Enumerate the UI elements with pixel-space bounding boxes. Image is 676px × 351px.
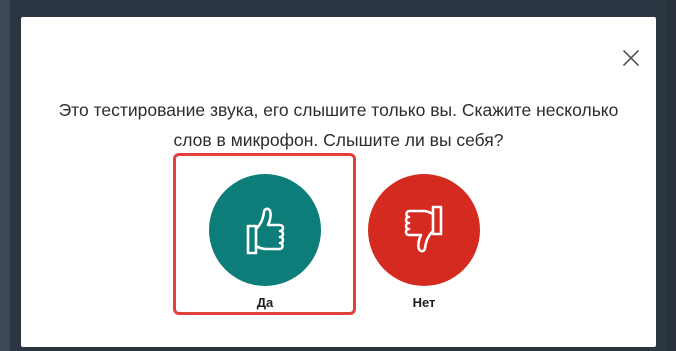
yes-button[interactable]: Да	[209, 174, 321, 311]
close-icon	[623, 50, 639, 66]
sound-test-dialog: Это тестирование звука, его слышите толь…	[21, 17, 656, 347]
yes-label: Да	[256, 295, 274, 310]
no-circle	[368, 174, 480, 286]
backdrop-left	[0, 0, 10, 351]
backdrop-right	[666, 0, 676, 351]
no-label: Нет	[412, 295, 436, 310]
thumbs-down-icon	[404, 205, 443, 253]
thumbs-up-icon	[246, 207, 285, 255]
yes-circle	[209, 174, 321, 286]
close-button[interactable]	[620, 47, 642, 69]
no-button[interactable]: Нет	[368, 174, 480, 311]
sound-test-prompt: Это тестирование звука, его слышите толь…	[58, 100, 619, 150]
